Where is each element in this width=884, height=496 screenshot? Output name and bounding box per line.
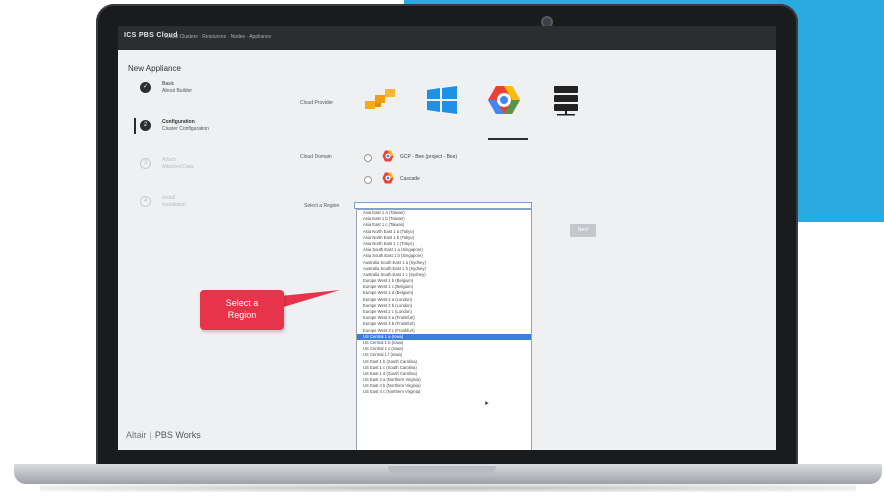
step-title: Basic <box>162 81 175 87</box>
step-configuration[interactable]: 2 Configuration Cluster Configuration <box>134 118 246 156</box>
provider-azure[interactable] <box>424 82 460 118</box>
wizard-steps: ✓ Basic About Builder 2 Configuration Cl… <box>134 80 246 232</box>
laptop-shadow <box>40 484 856 492</box>
check-icon: ✓ <box>140 82 151 93</box>
step-subtitle: Attached Data <box>162 164 194 170</box>
callout-pointer <box>280 290 340 308</box>
provider-google-cloud[interactable] <box>486 82 522 118</box>
provider-aws[interactable] <box>362 82 398 118</box>
select-region-label: Select a Region <box>304 203 340 209</box>
step-title: Configuration <box>162 119 195 125</box>
step-title: Install <box>162 195 176 201</box>
step-title: Attach <box>162 157 177 163</box>
cloud-domain-label: Cloud Domain <box>300 154 332 160</box>
domain-option-2[interactable]: Cascade <box>400 176 420 182</box>
active-step-indicator <box>134 118 136 134</box>
step-number: 4 <box>140 196 151 207</box>
step-basic[interactable]: ✓ Basic About Builder <box>136 80 246 118</box>
cloud-provider-label: Cloud Provider <box>300 100 334 106</box>
selected-provider-indicator <box>488 138 528 140</box>
domain-radio-2[interactable] <box>364 176 372 184</box>
laptop-notch <box>388 466 496 473</box>
select-region-callout: Select a Region <box>200 290 284 330</box>
google-cloud-icon <box>488 86 520 114</box>
google-cloud-icon <box>382 172 394 184</box>
page-title: New Appliance <box>128 64 181 73</box>
app-screen: ICS PBS Cloud Virtual Clusters · Resourc… <box>118 26 776 450</box>
pbs-works-logo: PBS Works <box>154 430 201 440</box>
callout-line-1: Select a <box>225 298 259 308</box>
next-button[interactable]: Next <box>570 224 596 237</box>
region-dropdown-list: Asia East 1 a (Taiwan) Asia East 1 b (Tai… <box>356 209 532 450</box>
step-number: 2 <box>140 120 151 131</box>
windows-azure-icon <box>427 86 457 114</box>
altair-logo: Altair <box>126 430 147 440</box>
step-subtitle: Installation <box>162 202 186 208</box>
step-install[interactable]: 4 Install Installation <box>136 194 246 232</box>
footer-logo: Altair | PBS Works <box>126 430 201 440</box>
region-select[interactable] <box>354 202 532 209</box>
breadcrumb[interactable]: Virtual Clusters · Resources · Nodes · A… <box>164 34 271 40</box>
step-subtitle: About Builder <box>162 88 193 94</box>
google-cloud-icon <box>382 150 394 162</box>
app-header: ICS PBS Cloud Virtual Clusters · Resourc… <box>118 26 776 50</box>
region-option[interactable]: US East 4 c (Northern Virginia) <box>357 389 531 395</box>
step-number: 3 <box>140 158 151 169</box>
step-attach[interactable]: 3 Attach Attached Data <box>136 156 246 194</box>
domain-radio-1[interactable] <box>364 154 372 162</box>
provider-on-premise[interactable] <box>548 82 584 118</box>
callout-line-2: Region <box>227 310 257 320</box>
step-subtitle: Cluster Configuration <box>162 126 209 132</box>
mouse-cursor-icon: ➤ <box>484 401 490 407</box>
domain-option-1[interactable]: GCP - Bee (project - Bee) <box>400 154 457 160</box>
server-stack-icon <box>554 86 578 116</box>
aws-icon <box>365 89 395 109</box>
